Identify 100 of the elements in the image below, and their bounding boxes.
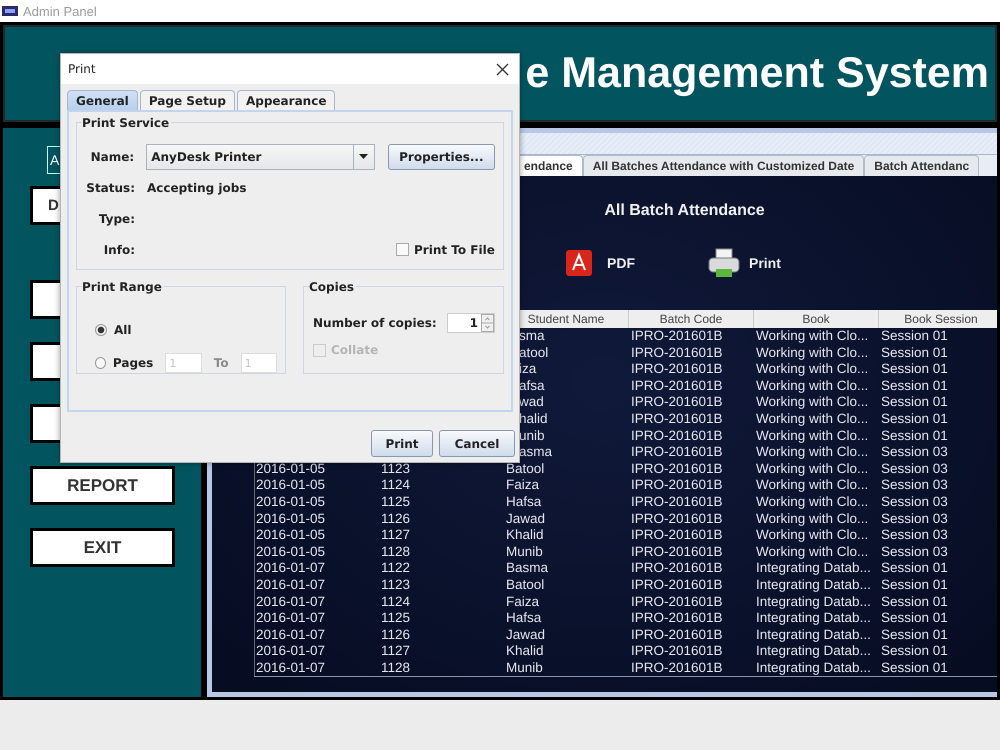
- table-cell-text: iza: [518, 361, 538, 378]
- table-cell-text: Integrating Datab...: [755, 660, 872, 676]
- print-button[interactable]: Print: [371, 430, 433, 457]
- table-cell-text: 2016-01-05: [255, 494, 326, 511]
- field-label: Type:: [98, 212, 135, 226]
- group-title: Print Range: [82, 280, 164, 294]
- pdf-icon: [565, 249, 593, 277]
- table-cell-text: IPRO-201601B: [630, 510, 724, 528]
- table-cell-text: 1124: [380, 594, 412, 610]
- table-cell-text: 1126: [380, 510, 412, 528]
- table-cell-text: Session 03: [880, 544, 949, 560]
- table-cell-text: Working with Clo...: [755, 444, 870, 461]
- checkbox[interactable]: [396, 243, 409, 256]
- table-cell-text: Faiza: [505, 477, 540, 494]
- table-cell-text: IPRO-201601B: [630, 328, 724, 345]
- sidebar-button[interactable]: EXIT: [30, 528, 175, 567]
- table-cell-text: 1127: [380, 527, 412, 544]
- field-label: To: [214, 356, 229, 370]
- table-cell-text: IPRO-201601B: [630, 560, 724, 577]
- cancel-button[interactable]: Cancel: [439, 430, 515, 457]
- table-cell-text: Working with Clo...: [755, 477, 870, 494]
- properties-button[interactable]: Properties...: [388, 144, 495, 170]
- table-cell-text: IPRO-201601B: [630, 626, 724, 644]
- table-cell-text: Session 01: [880, 560, 949, 577]
- status-value: Accepting jobs: [147, 180, 246, 194]
- printer-dropdown[interactable]: AnyDesk Printer: [146, 144, 375, 170]
- table-cell-text: IPRO-201601B: [630, 444, 724, 461]
- tab[interactable]: General: [67, 90, 138, 110]
- table-cell-text: Working with Clo...: [755, 394, 870, 411]
- tab[interactable]: Batch Attendanc: [864, 155, 980, 176]
- table-cell-text: Session 03: [880, 510, 949, 528]
- app-title: e Management System: [525, 49, 989, 98]
- table-cell-text: unib: [518, 428, 546, 444]
- table-cell-text: 2016-01-07: [255, 643, 326, 660]
- table-cell-text: IPRO-201601B: [630, 394, 724, 411]
- table-cell-text: halid: [518, 410, 549, 428]
- table-cell-text: 1127: [380, 643, 412, 660]
- radio-button[interactable]: [95, 324, 107, 336]
- table-cell-text: Session 01: [880, 328, 949, 345]
- table-cell-text: 2016-01-05: [255, 544, 326, 560]
- dropdown-arrow-icon: [359, 154, 368, 159]
- table-cell-text: Integrating Datab...: [755, 626, 872, 644]
- table-cell-text: Munib: [505, 544, 544, 560]
- radio-label[interactable]: Pages: [112, 356, 154, 370]
- table-cell-text: Session 03: [880, 527, 949, 544]
- table-cell-text: Session 01: [880, 576, 949, 594]
- table-cell-text: IPRO-201601B: [630, 460, 724, 478]
- table-cell-text: Working with Clo...: [755, 361, 870, 378]
- group-title: Copies: [309, 280, 356, 294]
- field-label: Status:: [85, 180, 135, 194]
- table-cell-text: afsa: [518, 378, 546, 394]
- table-cell-text: Integrating Datab...: [755, 560, 872, 577]
- table-cell-text: asma: [518, 444, 554, 461]
- column-header: Book: [754, 310, 879, 328]
- pdf-button[interactable]: PDF: [607, 255, 635, 271]
- table-cell-text: 2016-01-07: [255, 560, 326, 577]
- table-cell-text: Batool: [505, 576, 546, 594]
- radio-button[interactable]: [95, 356, 106, 368]
- table-cell-text: 2016-01-05: [255, 527, 326, 544]
- table-cell-text: Session 01: [880, 610, 949, 627]
- checkbox-label[interactable]: Print To File: [414, 242, 495, 256]
- table-cell-text: 1123: [380, 576, 412, 594]
- table-cell-text: 2016-01-07: [255, 610, 326, 627]
- table-cell-text: IPRO-201601B: [630, 594, 724, 610]
- table-cell-text: Working with Clo...: [755, 494, 870, 511]
- table-cell-text: Hafsa: [505, 610, 542, 627]
- field-label: Name:: [90, 150, 134, 164]
- table-cell-text: 1124: [380, 477, 412, 494]
- sidebar-button[interactable]: REPORT: [30, 466, 175, 505]
- table-cell-text: Working with Clo...: [755, 544, 870, 560]
- table-cell-text: Session 03: [880, 477, 949, 494]
- table-cell-text: Integrating Datab...: [755, 610, 872, 627]
- table-cell-text: Integrating Datab...: [755, 576, 872, 594]
- table-cell-text: IPRO-201601B: [630, 610, 724, 627]
- column-header: Batch Code: [629, 310, 754, 328]
- radio-label[interactable]: All: [114, 322, 132, 336]
- table-cell-text: 1123: [380, 460, 412, 478]
- tab[interactable]: All Batches Attendance with Customized Date: [582, 155, 864, 176]
- spinner-arrows-icon: [481, 314, 494, 332]
- table-cell-text: Working with Clo...: [755, 378, 870, 394]
- tab[interactable]: Page Setup: [140, 90, 235, 110]
- table-cell-text: 2016-01-07: [255, 660, 326, 676]
- table-cell-text: Session 03: [880, 444, 949, 461]
- close-icon[interactable]: [496, 62, 509, 76]
- table-cell-text: Jawad: [505, 626, 546, 644]
- table-cell-text: 1122: [380, 560, 412, 577]
- table-cell-text: IPRO-201601B: [630, 660, 724, 676]
- table-cell-text: Session 01: [880, 344, 949, 362]
- table-cell-text: Working with Clo...: [755, 510, 870, 528]
- table-cell-text: Working with Clo...: [755, 410, 870, 428]
- printer-icon: [707, 248, 741, 278]
- table-cell-text: IPRO-201601B: [630, 428, 724, 444]
- table-cell-text: Session 01: [880, 361, 949, 378]
- table-cell-text: Session 01: [880, 394, 949, 411]
- table-cell-text: IPRO-201601B: [630, 477, 724, 494]
- copies-spinner[interactable]: 1: [446, 313, 495, 333]
- tab[interactable]: Appearance: [236, 90, 336, 110]
- dialog-title: Print: [68, 62, 96, 76]
- table-cell-text: Session 03: [880, 460, 949, 478]
- print-button[interactable]: Print: [749, 255, 781, 271]
